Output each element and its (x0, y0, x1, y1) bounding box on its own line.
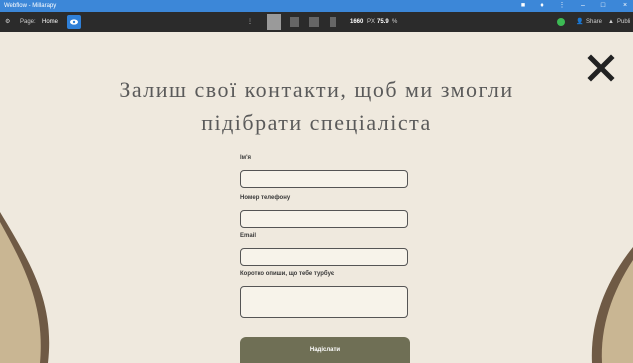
status-indicator (557, 18, 565, 26)
landscape-breakpoint-icon[interactable] (309, 17, 319, 27)
more-icon[interactable]: ⋮ (247, 12, 253, 32)
canvas-width-unit: PX (367, 19, 376, 25)
phone-breakpoint-icon[interactable] (330, 17, 336, 27)
submit-button[interactable]: Надіслати (240, 337, 410, 363)
page-title-line-2: підібрати спеціаліста (201, 110, 432, 135)
user-icon: 👤 (576, 19, 584, 25)
minimize-icon[interactable]: – (578, 0, 588, 12)
name-label: Ім'я (240, 155, 252, 161)
eye-icon (70, 19, 78, 25)
email-input[interactable] (240, 248, 408, 266)
close-window-icon[interactable]: × (620, 0, 630, 12)
message-textarea[interactable] (240, 286, 408, 318)
page-label: Page: (20, 19, 36, 25)
window-titlebar: Webflow - Millarapy ■ ♦ ⋮ – □ × (0, 0, 633, 12)
tablet-breakpoint-icon[interactable] (290, 17, 299, 27)
email-label: Email (240, 233, 257, 239)
page-name[interactable]: Home (42, 12, 58, 32)
pin-icon[interactable]: ♦ (537, 0, 547, 12)
zoom-value[interactable]: 75.9 (377, 12, 389, 32)
publish-button[interactable]: Publi (617, 12, 630, 32)
page-canvas: Залиш свої контакти, щоб ми змогли підіб… (0, 32, 633, 363)
settings-icon[interactable]: ⚙ (5, 12, 10, 32)
editor-toolbar: ⚙ Page: Home ⋮ 1660 PX 75.9 % 👤 Share ▲ … (0, 12, 633, 32)
zoom-unit: % (392, 19, 398, 25)
preview-button[interactable] (67, 15, 81, 29)
desktop-breakpoint-icon[interactable] (267, 14, 281, 30)
maximize-icon[interactable]: □ (598, 0, 608, 12)
extensions-icon[interactable]: ■ (518, 0, 528, 12)
share-button[interactable]: Share (586, 12, 602, 32)
canvas-width-value[interactable]: 1660 (350, 12, 363, 32)
name-input[interactable] (240, 170, 408, 188)
message-label: Коротко опиши, що тебе турбує (240, 271, 335, 277)
page-title-line-1: Залиш свої контакти, щоб ми змогли (119, 77, 514, 102)
phone-input[interactable] (240, 210, 408, 228)
kebab-menu-icon[interactable]: ⋮ (558, 0, 566, 12)
phone-label: Номер телефону (240, 195, 291, 201)
publish-icon: ▲ (608, 19, 614, 25)
window-title: Webflow - Millarapy (4, 3, 57, 9)
